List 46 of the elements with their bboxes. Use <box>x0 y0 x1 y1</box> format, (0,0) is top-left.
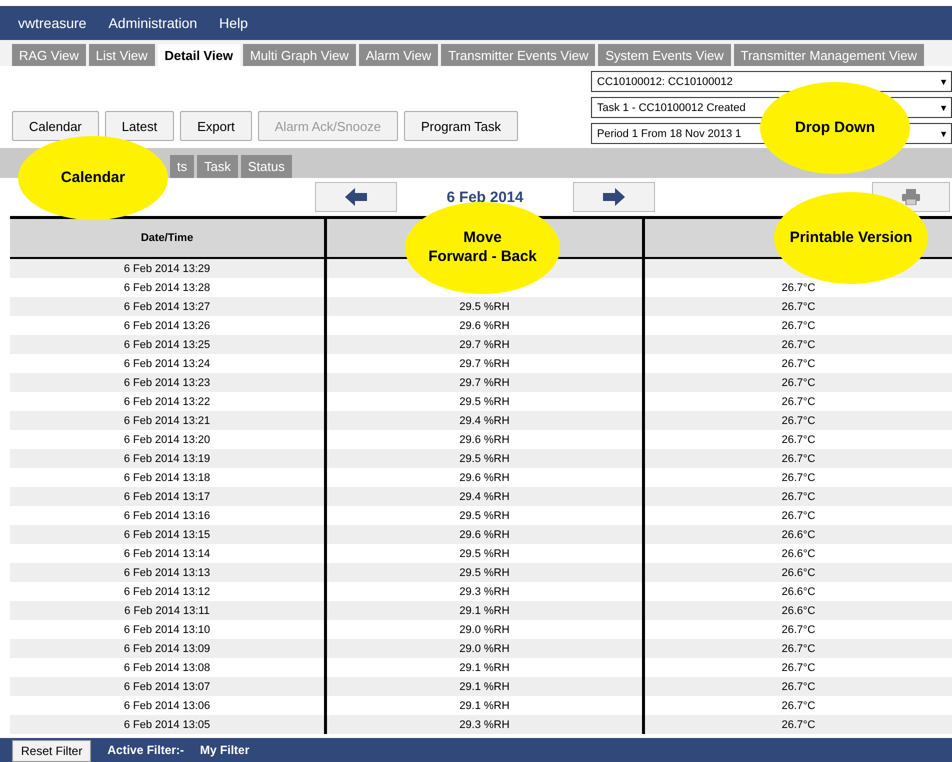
back-button[interactable] <box>315 182 397 212</box>
table-cell: 29.3 %RH <box>327 715 645 734</box>
callout: Drop Down <box>760 82 910 174</box>
table-cell-text: 26.6°C <box>780 546 816 562</box>
table-cell-text: 26.7°C <box>780 356 816 372</box>
menu-item[interactable]: Administration <box>108 15 198 31</box>
menu-item[interactable]: Help <box>219 15 248 31</box>
table-cell-text: 26.7°C <box>780 338 816 352</box>
table-cell-text: 26.7°C <box>780 452 816 466</box>
printer-icon <box>902 189 920 205</box>
table-cell-text: 26.7°C <box>780 432 816 448</box>
table-cell: 6 Feb 2014 13:05 <box>10 715 327 734</box>
filter-name: My Filter <box>200 743 250 757</box>
table-cell-text: 26.7°C <box>780 508 816 524</box>
filter-label: Active Filter:- <box>107 743 184 757</box>
table-cell-text: 26.7°C <box>780 394 816 410</box>
toolbar-button[interactable]: Program Task <box>404 111 518 141</box>
caret-icon: ▼ <box>939 128 948 138</box>
toolbar-button[interactable]: Export <box>180 111 252 141</box>
toolbar-button[interactable]: Calendar <box>12 111 99 141</box>
callout: Calendar <box>18 136 168 220</box>
toolbar-button[interactable]: Latest <box>104 111 174 141</box>
table-cell-text: 26.7°C <box>780 642 816 656</box>
table-cell-text: 26.7°C <box>780 718 816 732</box>
table-cell-text: 26.7°C <box>780 698 816 714</box>
left-arrow-icon <box>345 188 367 206</box>
table-cell-text: 26.7°C <box>780 470 816 486</box>
menu-item[interactable]: vwtreasure <box>18 15 86 31</box>
view-tab[interactable]: Detail View <box>158 44 240 66</box>
table-cell-text: 26.7°C <box>780 318 816 334</box>
caret-icon: ▼ <box>939 76 948 86</box>
right-arrow-icon <box>603 188 625 206</box>
reset-filter-button[interactable]: Reset Filter <box>12 740 92 762</box>
table-cell-text: 26.7°C <box>780 622 816 638</box>
table-cell-text: 26.7°C <box>780 376 816 390</box>
table-cell-text: 26.7°C <box>780 680 816 694</box>
table-cell-text: 26.6°C <box>780 528 816 542</box>
table-cell-text: 26.7°C <box>780 490 816 504</box>
forward-button[interactable] <box>573 182 655 212</box>
caret-icon: ▼ <box>939 102 948 112</box>
table-cell-text: 26.7°C <box>780 660 816 676</box>
table-cell-text: 26.7°C <box>780 414 816 428</box>
table-cell-text: 26.7°C <box>780 300 816 314</box>
table-cell-text: 26.6°C <box>780 604 816 618</box>
table-cell-text: 26.6°C <box>780 584 816 600</box>
table-cell-text: 26.6°C <box>780 566 816 580</box>
